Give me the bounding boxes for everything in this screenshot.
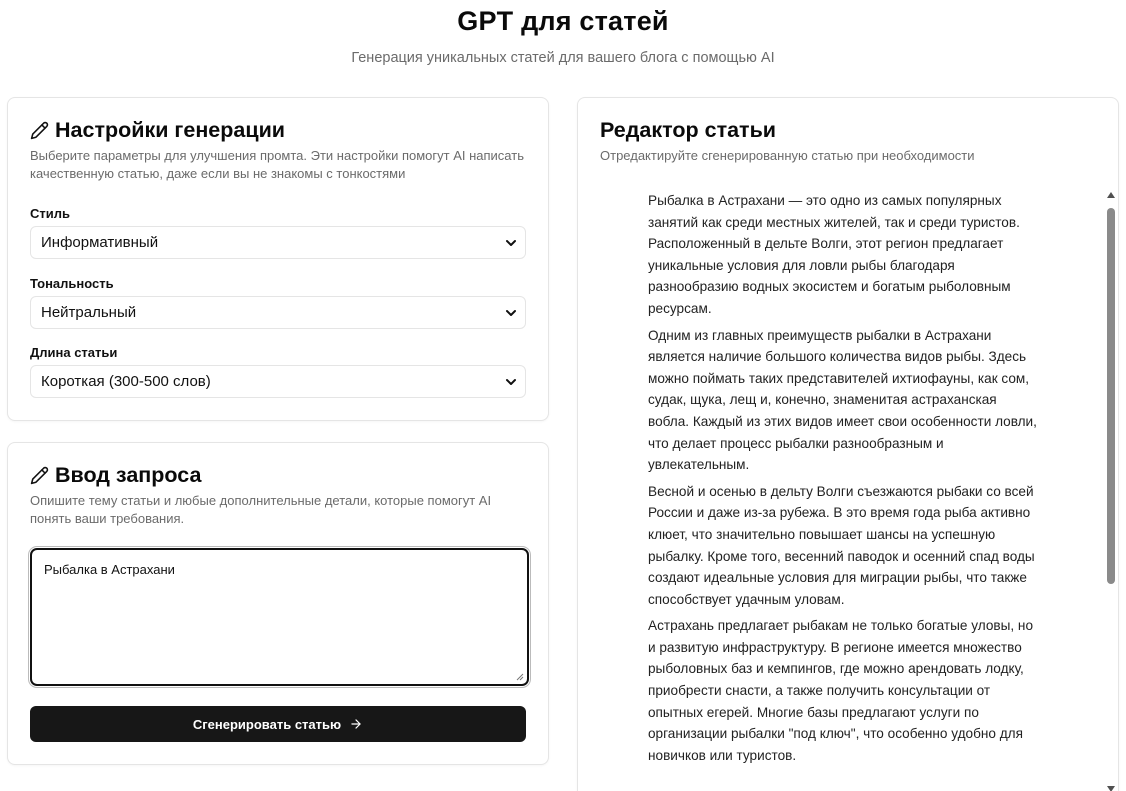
chevron-down-icon <box>506 310 516 316</box>
prompt-card: Ввод запроса Опишите тему статьи и любые… <box>7 442 549 765</box>
scroll-down-arrow-icon[interactable] <box>1107 786 1115 791</box>
prompt-title: Ввод запроса <box>55 463 202 487</box>
prompt-description: Опишите тему статьи и любые дополнительн… <box>30 493 492 526</box>
tone-select[interactable]: Нейтральный <box>30 296 526 329</box>
settings-title: Настройки генерации <box>55 118 286 142</box>
prompt-heading: Ввод запроса <box>30 463 201 488</box>
chevron-down-icon <box>506 379 516 385</box>
resize-grip-icon[interactable] <box>516 673 524 681</box>
arrow-right-icon <box>351 719 361 729</box>
editor-heading: Редактор статьи <box>600 118 776 143</box>
prompt-textarea[interactable]: Рыбалка в Астрахани <box>30 548 529 686</box>
editor-description: Отредактируйте сгенерированную статью пр… <box>600 148 975 163</box>
article-editor[interactable]: Рыбалка в Астрахани — это одно из самых … <box>648 190 1038 771</box>
pencil-icon <box>30 121 49 140</box>
length-select[interactable]: Короткая (300-500 слов) <box>30 365 526 398</box>
article-paragraph: Астрахань предлагает рыбакам не только б… <box>648 618 1033 763</box>
editor-scrollbar[interactable] <box>1104 190 1117 791</box>
settings-description: Выберите параметры для улучшения промта.… <box>30 148 524 181</box>
editor-title: Редактор статьи <box>600 118 777 142</box>
pencil-icon <box>30 466 49 485</box>
style-select-value: Информативный <box>41 234 159 251</box>
style-select[interactable]: Информативный <box>30 226 526 259</box>
page-subtitle: Генерация уникальных статей для вашего б… <box>351 50 775 66</box>
tone-label: Тональность <box>30 276 114 291</box>
article-paragraph: Рыбалка в Астрахани — это одно из самых … <box>648 193 1020 316</box>
tone-select-value: Нейтральный <box>41 304 137 321</box>
length-label: Длина статьи <box>30 345 118 360</box>
generate-button-label: Сгенерировать статью <box>192 716 342 732</box>
settings-heading: Настройки генерации <box>30 118 285 143</box>
style-label: Стиль <box>30 206 70 221</box>
page-title: GPT для статей <box>457 6 669 36</box>
scroll-up-arrow-icon[interactable] <box>1107 192 1115 198</box>
article-paragraph: Одним из главных преимуществ рыбалки в А… <box>648 327 1037 473</box>
settings-card: Настройки генерации Выберите параметры д… <box>7 97 549 421</box>
scroll-thumb[interactable] <box>1107 208 1115 584</box>
prompt-textarea-value: Рыбалка в Астрахани <box>44 562 175 577</box>
editor-card: Редактор статьи Отредактируйте сгенериро… <box>577 97 1119 791</box>
generate-article-button[interactable]: Сгенерировать статью <box>30 706 526 742</box>
chevron-down-icon <box>506 240 516 246</box>
length-select-value: Короткая (300-500 слов) <box>41 373 211 390</box>
article-paragraph: Весной и осенью в дельту Волги съезжаютс… <box>648 483 1035 607</box>
